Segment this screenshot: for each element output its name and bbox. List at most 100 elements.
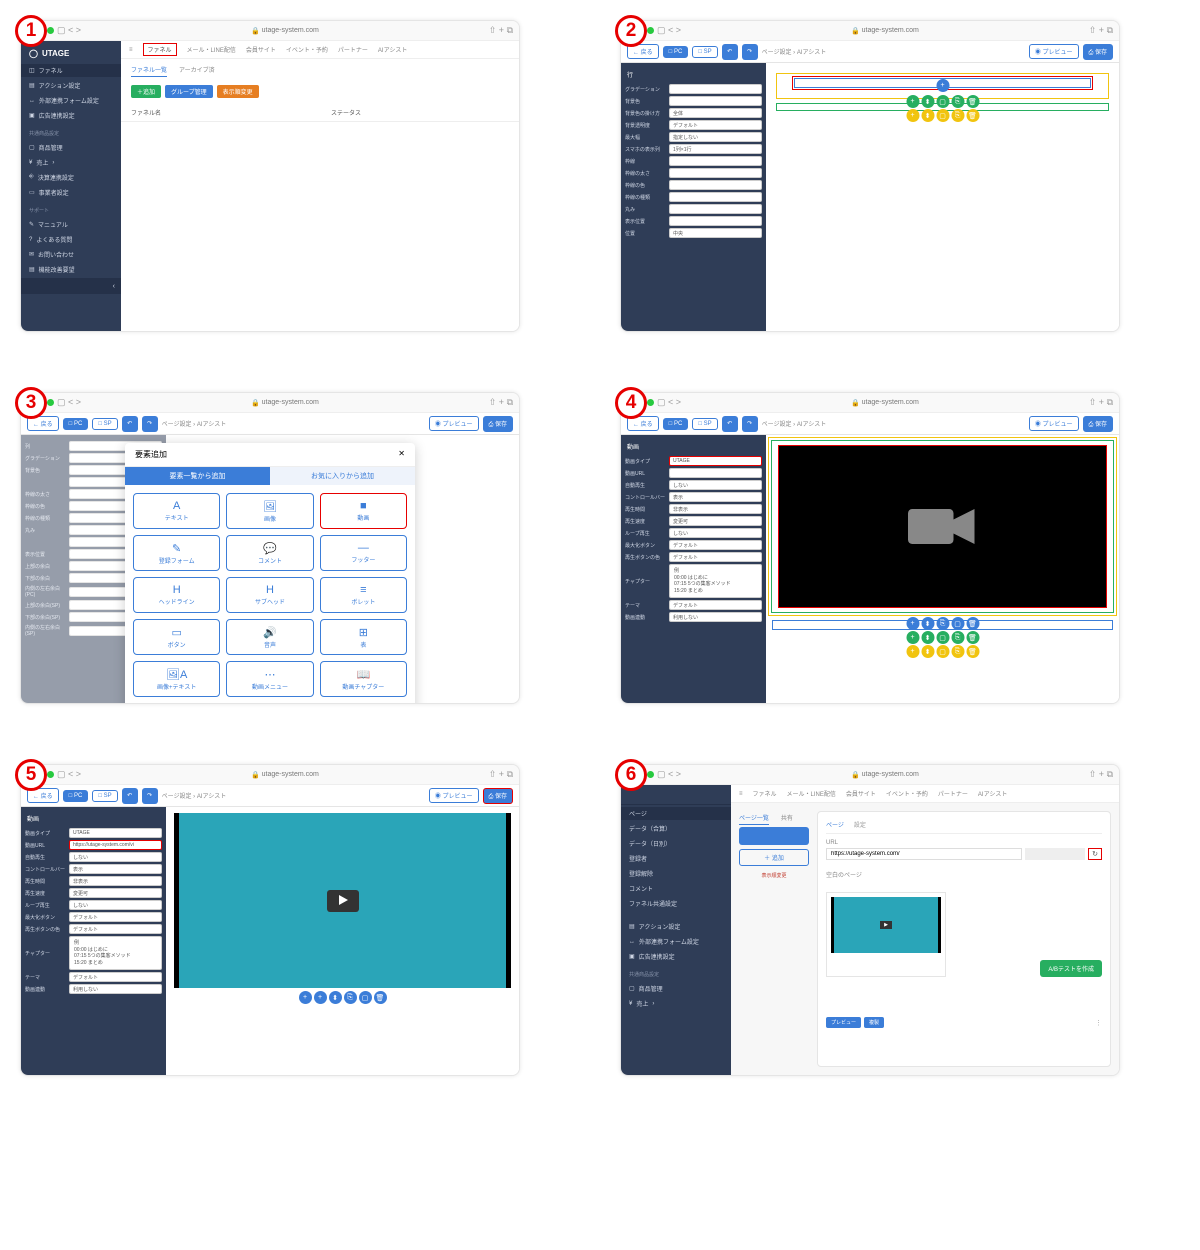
property-input[interactable] <box>669 192 762 202</box>
modal-tab-fav[interactable]: お気に入りから追加 <box>270 467 415 485</box>
property-input[interactable]: 非表示 <box>669 504 762 514</box>
preview-button[interactable]: ◉ プレビュー <box>1029 44 1079 59</box>
property-input[interactable]: デフォルト <box>669 552 762 562</box>
video-placeholder[interactable] <box>778 445 1107 608</box>
ab-test-button[interactable]: A/Bテストを作成 <box>1040 960 1102 977</box>
property-input[interactable] <box>669 204 762 214</box>
property-input[interactable]: 利用しない <box>669 612 762 622</box>
property-input[interactable]: 中央 <box>669 228 762 238</box>
tab-share[interactable]: 共有 <box>781 813 793 825</box>
add-button[interactable]: ＋追加 <box>131 85 161 98</box>
play-icon[interactable] <box>327 890 359 912</box>
property-input[interactable]: 表示 <box>669 492 762 502</box>
property-input[interactable]: https://utage-system.com/vi <box>69 840 162 850</box>
property-input[interactable]: 指定しない <box>669 132 762 142</box>
property-input[interactable]: しない <box>69 852 162 862</box>
collapse-icon[interactable]: ‹ <box>21 278 121 294</box>
property-input[interactable] <box>669 96 762 106</box>
element-option-登録フォーム[interactable]: ✎登録フォーム <box>133 535 220 571</box>
sidebar-item-page[interactable]: ページ <box>621 807 731 820</box>
property-input[interactable]: デフォルト <box>69 924 162 934</box>
element-option-テキスト[interactable]: Aテキスト <box>133 493 220 529</box>
sidebar-item[interactable]: ▣ 広告連携設定 <box>21 109 121 122</box>
breadcrumb[interactable]: ページ設定 › AIアシスト <box>762 47 827 56</box>
tool-icons[interactable]: +⬍⎘▢🗑 <box>906 617 979 630</box>
save-button-highlighted[interactable]: ⎙ 保存 <box>483 788 513 804</box>
property-input[interactable]: UTAGE <box>669 456 762 466</box>
property-input[interactable]: しない <box>669 528 762 538</box>
element-option-フッター[interactable]: —フッター <box>320 535 407 571</box>
tab[interactable]: パートナー <box>338 45 368 54</box>
property-input[interactable]: 変更可 <box>69 888 162 898</box>
close-icon[interactable]: ✕ <box>398 449 405 460</box>
sp-toggle[interactable]: □ SP <box>692 46 717 58</box>
share-icon[interactable]: ⇧ + ⧉ <box>489 25 513 36</box>
property-input[interactable] <box>669 156 762 166</box>
property-input[interactable] <box>669 168 762 178</box>
redo-icon[interactable]: ↷ <box>742 44 758 60</box>
element-option-画像+テキスト[interactable]: 🖼A画像+テキスト <box>133 661 220 697</box>
tab[interactable]: イベント・予約 <box>286 45 328 54</box>
property-input[interactable]: デフォルト <box>69 912 162 922</box>
copy-url-button[interactable]: ↻ <box>1088 848 1102 860</box>
sidebar-item[interactable]: ↔ 外部連携フォーム設定 <box>21 94 121 107</box>
element-option-動画[interactable]: ■動画 <box>320 493 407 529</box>
property-input[interactable]: 全体 <box>669 108 762 118</box>
property-input[interactable] <box>669 216 762 226</box>
property-input[interactable] <box>669 468 762 478</box>
sidebar-item[interactable]: ? よくある質問 <box>21 233 121 246</box>
element-option-区切り線[interactable]: ⎯区切り線 <box>133 703 220 704</box>
order-button[interactable]: 表示順変更 <box>217 85 259 98</box>
property-input[interactable]: UTAGE <box>69 828 162 838</box>
address-bar[interactable]: 🔒 utage-system.com <box>84 27 486 35</box>
element-option-動画チャプター[interactable]: 📖動画チャプター <box>320 661 407 697</box>
chapter-textarea[interactable]: 例00:00 はじめに07:15 5つの集客メソッド15:20 まとめ <box>669 564 762 598</box>
property-input[interactable] <box>669 180 762 190</box>
nav-icons[interactable]: ▢ < > <box>57 25 81 36</box>
tab-settings[interactable]: 設定 <box>854 820 866 829</box>
sidebar-item[interactable]: ✎ マニュアル <box>21 218 121 231</box>
save-button[interactable]: ⎙ 保存 <box>1083 44 1113 60</box>
element-option-ボレット[interactable]: ≡ボレット <box>320 577 407 613</box>
tab[interactable]: 会員サイト <box>246 45 276 54</box>
property-input[interactable]: 表示 <box>69 864 162 874</box>
element-option-表[interactable]: ⊞表 <box>320 619 407 655</box>
element-option-ヘッドライン[interactable]: Hヘッドライン <box>133 577 220 613</box>
sidebar-item[interactable]: ¥ 売上 › <box>21 156 121 169</box>
property-input[interactable]: デフォルト <box>669 120 762 130</box>
property-input[interactable]: 変更可 <box>669 516 762 526</box>
tab-pages[interactable]: ページ一覧 <box>739 813 769 825</box>
element-option-プログレスバー[interactable]: ▬プログレスバー <box>320 703 407 704</box>
add-page-button[interactable]: ＋ 追加 <box>739 849 809 866</box>
url-input[interactable] <box>826 848 1022 860</box>
canvas[interactable]: + +⬍▢⎘🗑 +⬍▢⎘🗑 <box>766 63 1119 331</box>
element-option-画像[interactable]: 🖼画像 <box>226 493 313 529</box>
sidebar-item[interactable]: ▤ アクション設定 <box>21 79 121 92</box>
property-input[interactable]: 非表示 <box>69 876 162 886</box>
selected-page[interactable] <box>739 827 809 845</box>
sidebar-item[interactable]: ▢ 商品管理 <box>21 141 121 154</box>
sidebar-item[interactable]: ✉ お問い合わせ <box>21 248 121 261</box>
tab-list[interactable]: ファネル一覧 <box>131 65 167 77</box>
more-icon[interactable]: ⋮ <box>1095 1019 1102 1027</box>
page-thumbnail[interactable]: ▶ <box>826 892 946 977</box>
sidebar-item-funnel[interactable]: ◫ ファネル <box>21 64 121 77</box>
element-option-カウントダウン[interactable]: ⏱カウントダウン <box>226 703 313 704</box>
element-option-サブヘッド[interactable]: Hサブヘッド <box>226 577 313 613</box>
tab-page[interactable]: ページ <box>826 820 844 829</box>
property-input[interactable]: デフォルト <box>69 972 162 982</box>
video-player[interactable] <box>174 813 511 988</box>
property-input[interactable]: デフォルト <box>669 540 762 550</box>
sidebar-item[interactable]: ⎆ 決算連携設定 <box>21 171 121 184</box>
tool-icons[interactable]: ++⬍⎘▢🗑 <box>299 991 387 1004</box>
order-link[interactable]: 表示順変更 <box>739 872 809 879</box>
tab[interactable]: AIアシスト <box>378 45 407 54</box>
tab-archive[interactable]: アーカイブ済 <box>179 65 215 77</box>
property-input[interactable] <box>669 84 762 94</box>
sidebar-item[interactable]: ▭ 事業者設定 <box>21 186 121 199</box>
property-input[interactable]: しない <box>69 900 162 910</box>
pc-toggle[interactable]: □ PC <box>663 46 689 58</box>
modal-tab-list[interactable]: 要素一覧から追加 <box>125 467 270 485</box>
property-input[interactable]: 1列×1行 <box>669 144 762 154</box>
element-option-動画メニュー[interactable]: ⋯動画メニュー <box>226 661 313 697</box>
